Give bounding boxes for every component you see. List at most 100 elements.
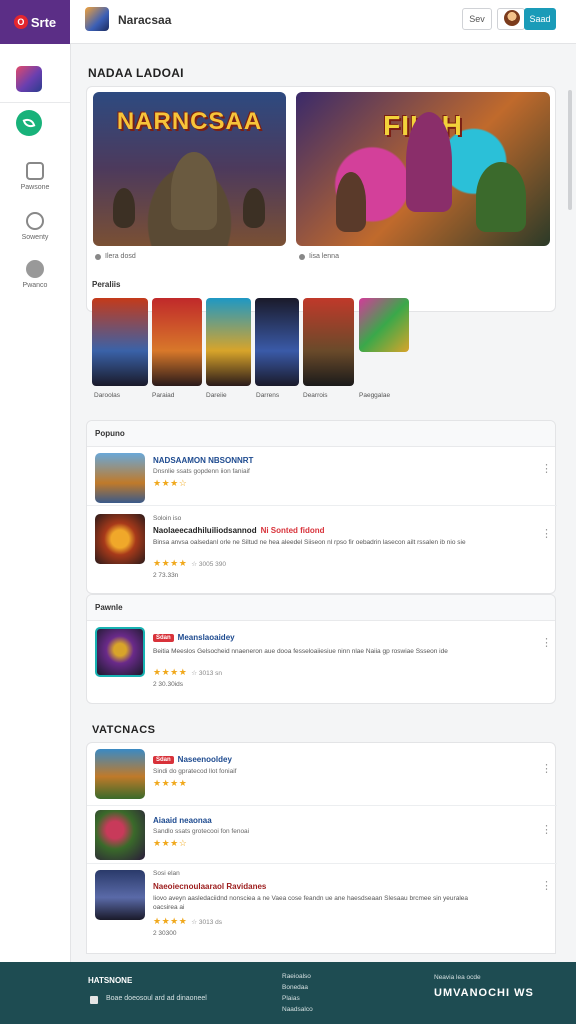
hero-character xyxy=(406,112,452,212)
brand-logo[interactable]: O Srte xyxy=(0,0,70,44)
game-tile-caption: Paeggalae xyxy=(359,392,391,399)
sidebar-item-settings[interactable]: Sowenty xyxy=(0,212,70,241)
list-item-title-badge: Ni Sonted fidond xyxy=(260,526,325,535)
list-item-subtitle: Sandlo ssats grotecooi fon fenoai xyxy=(153,828,250,835)
game-thumbnail xyxy=(95,453,145,503)
popular-label: Peraliis xyxy=(92,280,121,289)
list-item[interactable]: Soloin iso Naolaeecadhiluiliodsannod Ni S… xyxy=(87,505,557,595)
section-label: VATCNACS xyxy=(92,724,156,736)
header-secondary-button[interactable]: Sev xyxy=(462,8,492,30)
chat-icon xyxy=(26,260,44,278)
sidebar-item-label: Sowenty xyxy=(21,234,49,241)
section-header: Popuno xyxy=(87,421,555,447)
game-tile-caption: Daroolas xyxy=(94,392,121,399)
list-item[interactable]: NADSAAMON NBSONNRT Dnsnlie ssats gopdenn… xyxy=(87,447,557,505)
game-thumbnail xyxy=(95,749,145,799)
status-badge: Sdan xyxy=(153,634,174,642)
list-item-top-meta: Soloin iso xyxy=(153,515,182,522)
list-item[interactable]: Sosi elan Naeoiecnoulaaraol Ravidanes Ii… xyxy=(87,863,557,955)
footer-right-caption: Neavia lea ocde xyxy=(434,974,481,981)
game-thumbnail xyxy=(95,627,145,677)
footer-link[interactable]: Bonedaa xyxy=(282,984,308,991)
more-options-icon[interactable]: ⋮ xyxy=(541,638,552,649)
hero-character xyxy=(476,162,526,232)
hero-caption-2: Iisa lenna xyxy=(299,253,339,260)
footer-checkbox[interactable] xyxy=(90,996,98,1004)
game-tile[interactable] xyxy=(359,298,409,352)
section-new-list: Sdan Naseenooldey Sindi do gpratecod llot… xyxy=(86,742,557,955)
sidebar-active-item[interactable] xyxy=(16,110,42,136)
rating-stars: ★★★★ ☆ 3005 390 xyxy=(153,558,227,568)
more-options-icon[interactable]: ⋮ xyxy=(541,881,552,892)
list-item-footer: 2 73.33n xyxy=(153,572,179,579)
footer: HATSNONE Boae doeosoul ard ad dinaoneel … xyxy=(0,962,576,1024)
game-tile[interactable] xyxy=(152,298,202,386)
settings-icon xyxy=(26,212,44,230)
game-tile[interactable] xyxy=(206,298,251,386)
list-item-title: Sdan Naseenooldey xyxy=(153,755,232,764)
list-item-description: Binsa anvsa oalsedanl orle ne Siltud ne … xyxy=(153,539,466,546)
rating-stars: ★★★★ xyxy=(153,778,188,788)
list-item-title: Aiaaid neaonaa xyxy=(153,816,212,825)
home-icon xyxy=(26,162,44,180)
list-item-subtitle: Dnsnlie ssats gopdenn iion faniaif xyxy=(153,468,250,475)
brand-mark-icon: O xyxy=(13,15,28,29)
more-options-icon[interactable]: ⋮ xyxy=(541,464,552,475)
list-item-top-meta: Sosi elan xyxy=(153,870,180,877)
game-tile-caption: Paraiad xyxy=(152,392,175,399)
header-primary-button[interactable]: Saad xyxy=(524,8,556,30)
footer-right-title: UMVANOCHI WS xyxy=(434,987,534,999)
avatar xyxy=(504,10,520,26)
hero-banner-2[interactable]: FIIOH xyxy=(296,92,550,246)
sidebar-item-label: Pawsone xyxy=(20,184,50,191)
top-bar: O Srte Naracsaa Sev Saad xyxy=(0,0,576,44)
rating-stars: ★★★★ ☆ 3013 sn xyxy=(153,667,223,677)
hero-caption-text: Ilera dosd xyxy=(105,253,136,260)
rating-stars: ★★★☆ xyxy=(153,478,188,488)
footer-link[interactable]: Naadsalco xyxy=(282,1006,313,1013)
info-icon xyxy=(299,253,305,260)
more-options-icon[interactable]: ⋮ xyxy=(541,764,552,775)
sidebar-item-chat[interactable]: Pwanco xyxy=(0,260,70,289)
hero-caption-text: Iisa lenna xyxy=(309,253,339,260)
game-tile-caption: Darrens xyxy=(256,392,280,399)
more-options-icon[interactable]: ⋮ xyxy=(541,529,552,540)
footer-link[interactable]: Plaias xyxy=(282,995,300,1002)
hero-character xyxy=(113,188,135,228)
list-item[interactable]: Aiaaid neaonaa Sandlo ssats grotecooi fo… xyxy=(87,805,557,863)
list-item[interactable]: Sdan Meanslaoaidey Beitia Meeslos Gelsoch… xyxy=(87,621,557,705)
sidebar-app-icon[interactable] xyxy=(16,66,42,92)
footer-link[interactable]: Raeioalso xyxy=(282,973,311,980)
game-tile-caption: Dareiie xyxy=(206,392,227,399)
list-item-title: Sdan Meanslaoaidey xyxy=(153,633,235,642)
hero-caption-1: Ilera dosd xyxy=(95,253,136,260)
brand-name: Srte xyxy=(30,14,57,30)
section-featured-list: Pawnle Sdan Meanslaoaidey Beitia Meeslos … xyxy=(86,594,556,704)
page-title: NADAA LADOAI xyxy=(88,66,184,80)
game-thumbnail xyxy=(95,514,145,564)
rating-stars: ★★★★ ☆ 3013 ds xyxy=(153,916,223,926)
game-tile[interactable] xyxy=(92,298,148,386)
hero-character xyxy=(171,152,217,230)
footer-checkbox-label: Boae doeosoul ard ad dinaoneel xyxy=(106,995,207,1002)
scrollbar[interactable] xyxy=(568,90,572,210)
hero-banner-1[interactable]: NARNCSAA xyxy=(93,92,286,246)
sidebar-divider xyxy=(0,102,70,103)
sidebar-item-label: Pwanco xyxy=(22,282,48,289)
hero-character xyxy=(243,188,265,228)
game-tile[interactable] xyxy=(303,298,354,386)
game-thumbnail xyxy=(95,810,145,860)
game-thumbnail xyxy=(95,870,145,920)
sidebar-item-home[interactable]: Pawsone xyxy=(0,162,70,191)
more-options-icon[interactable]: ⋮ xyxy=(541,825,552,836)
footer-heading: HATSNONE xyxy=(88,976,133,985)
list-item-footer: 2 30300 xyxy=(153,930,177,937)
hero-banner-title: NARNCSAA xyxy=(116,108,263,135)
list-item[interactable]: Sdan Naseenooldey Sindi do gpratecod llot… xyxy=(87,743,557,805)
rating-stars: ★★★☆ xyxy=(153,838,188,848)
section-header: Pawnle xyxy=(87,595,555,621)
game-tile[interactable] xyxy=(255,298,299,386)
hero-carousel: NARNCSAA FIIOH Ilera dosd Iisa lenna xyxy=(86,86,556,312)
list-item-title: Naolaeecadhiluiliodsannod Ni Sonted fidon… xyxy=(153,526,325,535)
list-item-description: Iiovo aveyn aasledaciidnd nonsciea a ne … xyxy=(153,895,468,911)
